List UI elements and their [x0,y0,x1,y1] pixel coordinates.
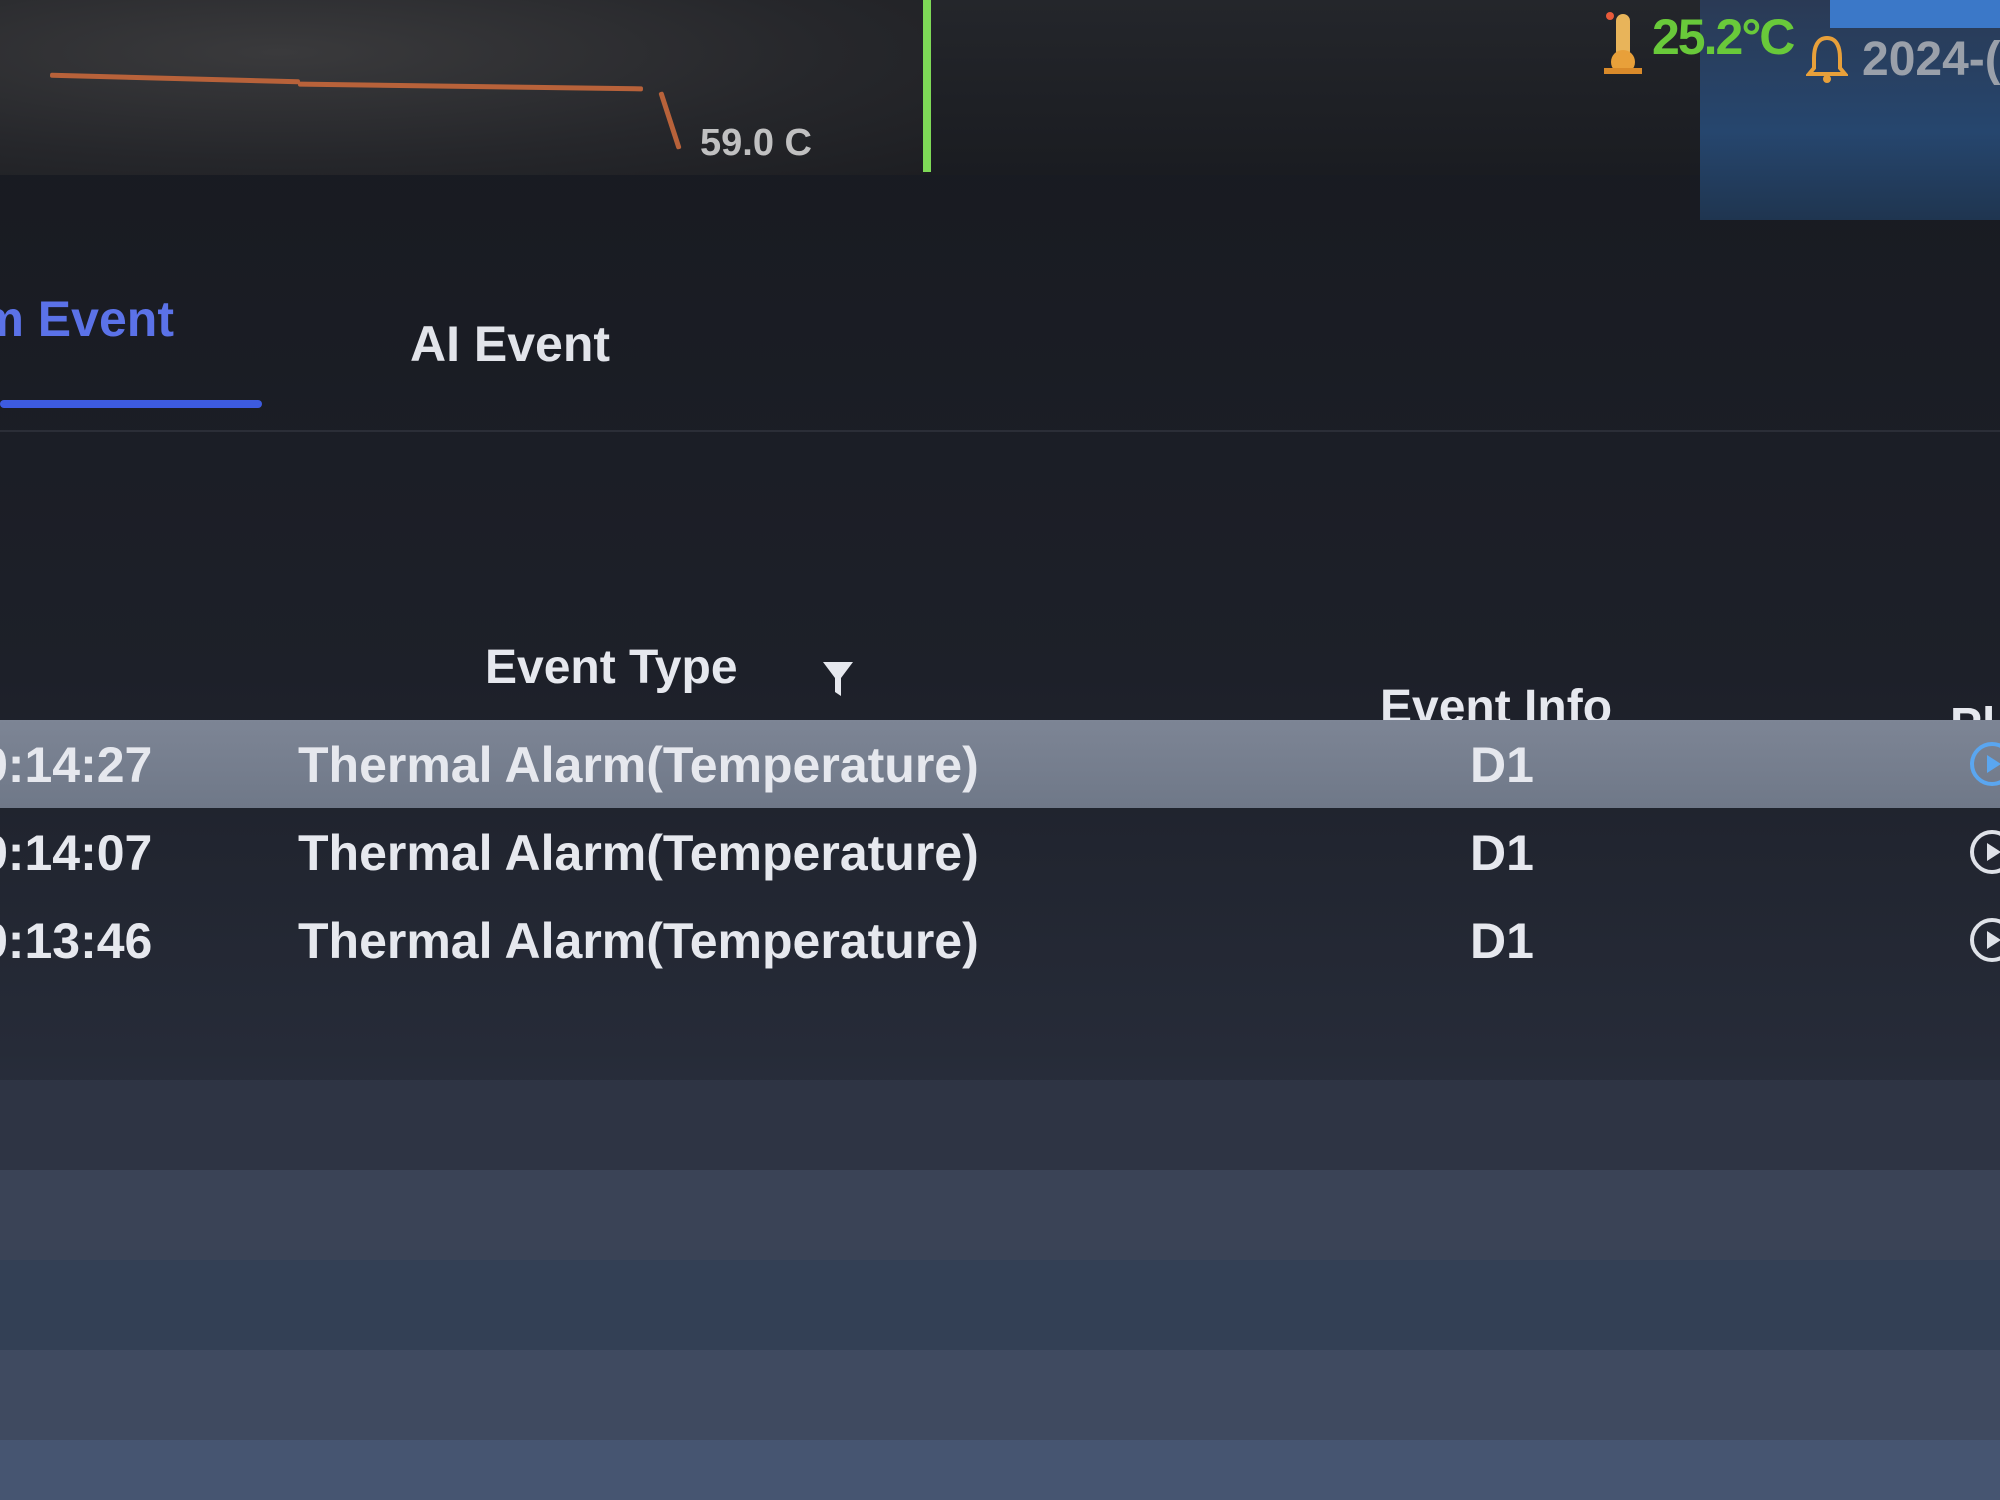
tab-divider [0,430,2000,432]
live-preview-strip: 59.0 C 25.2°C 2024-( [0,0,2000,220]
temperature-curve [49,72,301,85]
event-info: D1 [1470,913,1534,969]
event-info: D1 [1470,825,1534,881]
event-type: Thermal Alarm(Temperature) [298,913,979,969]
event-search-screen: 59.0 C 25.2°C 2024-( rm Event AI Event E… [0,0,2000,1500]
bell-icon [1806,35,1848,83]
event-type: Thermal Alarm(Temperature) [298,825,979,881]
empty-row [0,1350,2000,1440]
play-icon[interactable] [1968,740,2000,788]
thumbnail-highlight [1830,0,2000,28]
empty-row [0,1260,2000,1350]
filter-icon[interactable] [820,658,856,700]
event-time: 9:14:27 [0,737,153,793]
event-info: D1 [1470,737,1534,793]
play-icon[interactable] [1968,916,2000,964]
empty-row [0,1440,2000,1500]
tab-alarm-event[interactable]: rm Event [0,290,174,348]
table-row[interactable]: 9:13:46 Thermal Alarm(Temperature) D1 [0,896,2000,984]
osd-date: 2024-( [1862,33,2000,86]
temperature-curve [297,81,644,92]
tab-ai-event[interactable]: AI Event [410,315,610,373]
table-row[interactable]: 9:14:27 Thermal Alarm(Temperature) D1 [0,720,2000,808]
event-type: Thermal Alarm(Temperature) [298,737,979,793]
thermal-preview: 59.0 C [0,0,931,175]
table-header: Event Type Event Info Pl [0,620,2000,752]
event-time: 9:13:46 [0,913,153,969]
temperature-curve [658,91,682,150]
empty-row [0,1080,2000,1170]
empty-row [0,1170,2000,1260]
timeline-cursor[interactable] [923,0,931,172]
event-time: 9:14:07 [0,825,153,881]
table-row[interactable]: 9:14:07 Thermal Alarm(Temperature) D1 [0,808,2000,896]
event-table: Event Type Event Info Pl 9:14:27 Thermal… [0,620,2000,984]
thermometer-alarm-icon [1604,12,1642,74]
event-tabs: rm Event AI Event [0,270,2000,432]
osd-temperature: 25.2°C [1652,9,1795,65]
column-header-event-type[interactable]: Event Type [485,640,738,695]
temperature-scale-label: 59.0 C [700,122,812,164]
play-icon[interactable] [1968,828,2000,876]
active-tab-indicator [0,400,262,408]
